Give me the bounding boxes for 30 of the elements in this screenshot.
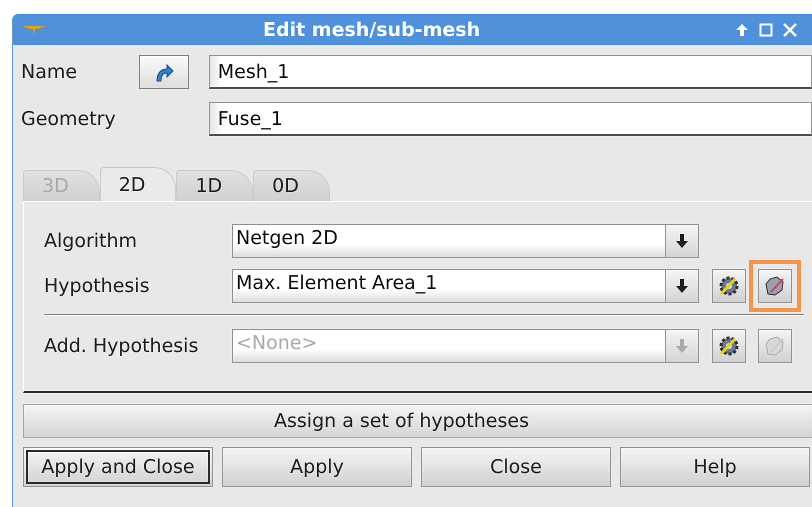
dialog-button[interactable]: Apply and Close bbox=[23, 447, 213, 487]
dropdown[interactable]: Netgen 2D bbox=[232, 224, 699, 258]
assign-hypotheses-button[interactable]: Assign a set of hypotheses bbox=[23, 404, 812, 438]
tab[interactable]: 2D bbox=[100, 167, 176, 201]
down-arrow-icon bbox=[675, 233, 689, 249]
field-label: Name bbox=[21, 61, 78, 83]
up-arrow-icon[interactable] bbox=[735, 22, 749, 36]
down-arrow-icon bbox=[675, 338, 689, 354]
dialog-button[interactable]: Apply bbox=[222, 447, 412, 487]
down-arrow-icon bbox=[675, 278, 689, 294]
row-label: Hypothesis bbox=[44, 275, 150, 297]
gear-pencil-icon bbox=[717, 274, 741, 298]
maximize-icon[interactable] bbox=[759, 22, 773, 36]
dialog-button[interactable]: Close bbox=[421, 447, 611, 487]
create-hypothesis-button[interactable] bbox=[712, 329, 746, 363]
row-label: Add. Hypothesis bbox=[44, 335, 200, 357]
create-hypothesis-button[interactable] bbox=[712, 269, 746, 303]
field-label: Geometry bbox=[21, 108, 117, 130]
text-field[interactable]: Fuse_1 bbox=[208, 102, 812, 136]
tab[interactable]: 1D bbox=[176, 170, 254, 201]
close-icon[interactable] bbox=[783, 22, 797, 36]
dialog-button[interactable]: Help bbox=[620, 447, 810, 487]
text-field[interactable]: Mesh_1 bbox=[208, 55, 812, 89]
window-title: Edit mesh/sub-mesh bbox=[263, 18, 480, 40]
select-button[interactable] bbox=[138, 55, 189, 89]
edit-hypothesis-button[interactable] bbox=[758, 269, 792, 303]
tab[interactable]: 0D bbox=[253, 170, 330, 201]
row-label: Algorithm bbox=[44, 230, 138, 252]
dropdown[interactable]: Max. Element Area_1 bbox=[232, 269, 699, 303]
gear-pencil-icon bbox=[717, 334, 741, 358]
